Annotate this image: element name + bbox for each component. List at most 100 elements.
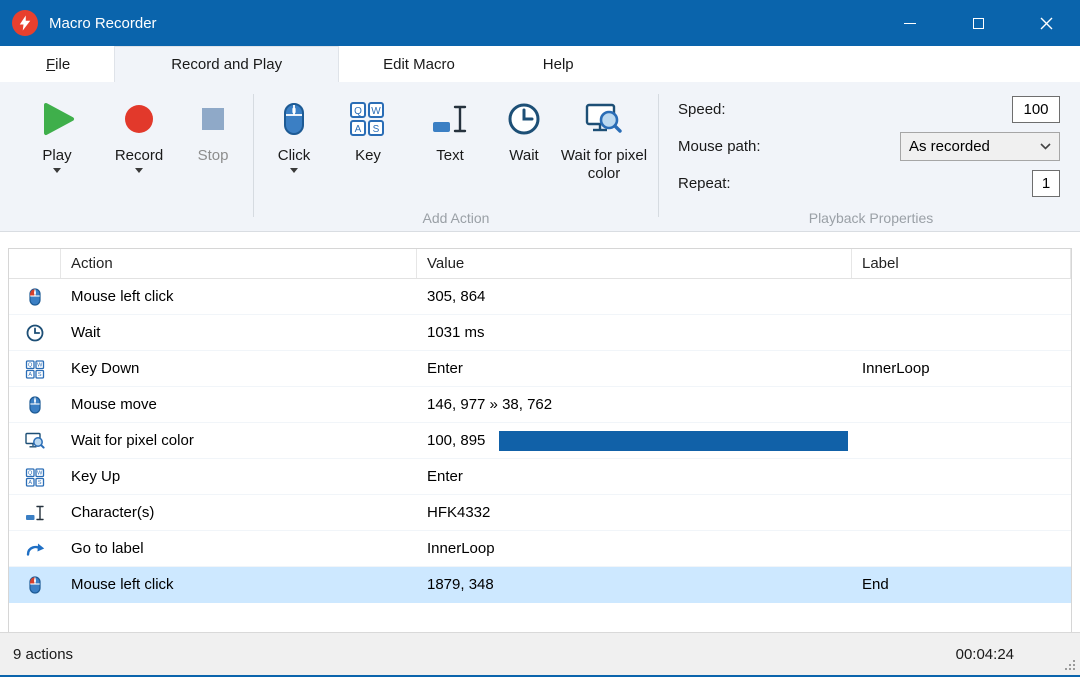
add-action-group: Click QWAS Key — [257, 82, 655, 231]
speed-label: Speed: — [678, 101, 726, 118]
wait-for-pixel-color-button[interactable]: Wait for pixel color — [557, 90, 651, 207]
playback-properties-group: Speed: Mouse path: As recorded Repeat: P… — [662, 82, 1080, 231]
header-label-label: Label — [862, 255, 899, 272]
mouse-path-value: As recorded — [909, 138, 990, 155]
table-body: Mouse left click 305, 864 Wait 1031 ms Q… — [9, 279, 1071, 603]
key-button[interactable]: QWAS Key — [327, 90, 409, 207]
minimize-icon — [904, 23, 916, 24]
tab-file-label: File — [46, 56, 70, 73]
menu-tabs: File Record and Play Edit Macro Help — [0, 46, 1080, 82]
mouse-path-label: Mouse path: — [678, 138, 761, 155]
label-cell: InnerLoop — [862, 360, 930, 377]
actions-count: 9 actions — [13, 646, 73, 663]
action-cell: Key Down — [71, 360, 139, 377]
repeat-input[interactable] — [1032, 170, 1060, 197]
table-row[interactable]: Mouse left click 305, 864 — [9, 279, 1071, 315]
mouse-path-select[interactable]: As recorded — [900, 132, 1060, 161]
action-cell: Wait for pixel color — [71, 432, 194, 449]
chevron-down-icon — [1040, 143, 1051, 150]
record-dropdown-icon[interactable] — [135, 168, 143, 173]
table-row[interactable]: Mouse left click 1879, 348 End — [9, 567, 1071, 603]
app-logo-icon — [12, 10, 38, 36]
mouse-move-icon — [24, 394, 46, 416]
resize-grip[interactable] — [1063, 658, 1077, 672]
header-value[interactable]: Value — [417, 249, 852, 278]
table-row[interactable]: Wait for pixel color 100, 895 — [9, 423, 1071, 459]
header-icon-column[interactable] — [9, 249, 61, 278]
ribbon-separator — [658, 94, 659, 217]
tab-edit-macro-label: Edit Macro — [383, 56, 455, 73]
tab-file[interactable]: File — [2, 46, 114, 82]
table-row[interactable]: QWAS Key Up Enter — [9, 459, 1071, 495]
action-cell: Key Up — [71, 468, 120, 485]
click-label: Click — [278, 147, 311, 165]
table-row[interactable]: QWAS Key Down Enter InnerLoop — [9, 351, 1071, 387]
play-label: Play — [42, 147, 71, 165]
text-input-icon — [430, 94, 470, 144]
play-button[interactable]: Play — [16, 90, 98, 207]
close-button[interactable] — [1012, 0, 1080, 46]
header-label[interactable]: Label — [852, 249, 1071, 278]
label-cell: End — [862, 576, 889, 593]
value-cell: Enter — [427, 360, 463, 377]
playback-properties-caption: Playback Properties — [662, 210, 1080, 226]
svg-text:S: S — [373, 124, 380, 135]
statusbar: 9 actions 00:04:24 — [0, 632, 1080, 675]
titlebar: Macro Recorder — [0, 0, 1080, 46]
value-cell: InnerLoop — [427, 540, 495, 557]
mouse-path-row: Mouse path: As recorded — [678, 131, 1060, 161]
table-row[interactable]: Character(s) HFK4332 — [9, 495, 1071, 531]
macro-recorder-window: Macro Recorder File Record and Play Edit… — [0, 0, 1080, 677]
svg-text:A: A — [28, 480, 32, 486]
click-button[interactable]: Click — [261, 90, 327, 207]
pixel-color-icon — [24, 430, 46, 452]
svg-text:W: W — [37, 362, 43, 368]
ribbon: Play Record Stop — [0, 82, 1080, 232]
pixel-color-monitor-magnifier-icon — [584, 94, 624, 144]
repeat-label: Repeat: — [678, 175, 731, 192]
actions-table: Action Value Label Mouse left click 305,… — [8, 248, 1072, 632]
table-row[interactable]: Mouse move 146, 977 » 38, 762 — [9, 387, 1071, 423]
close-icon — [1040, 17, 1053, 30]
svg-text:Q: Q — [354, 106, 362, 117]
keyboard-icon: QWAS — [24, 358, 46, 380]
value-cell: 1879, 348 — [427, 576, 494, 593]
value-cell: 1031 ms — [427, 324, 485, 341]
text-button[interactable]: Text — [409, 90, 491, 207]
wait-for-pixel-color-label: Wait for pixel color — [557, 147, 651, 183]
wait-label: Wait — [509, 147, 538, 165]
tab-record-and-play[interactable]: Record and Play — [114, 46, 339, 82]
header-value-label: Value — [427, 255, 464, 272]
tab-edit-macro[interactable]: Edit Macro — [339, 46, 499, 82]
header-action-label: Action — [71, 255, 113, 272]
keyboard-keys-icon: QWAS — [348, 94, 388, 144]
record-label: Record — [115, 147, 163, 165]
elapsed-time: 00:04:24 — [956, 646, 1014, 663]
mouse-click-icon — [24, 286, 46, 308]
table-row[interactable]: Wait 1031 ms — [9, 315, 1071, 351]
add-action-group-caption: Add Action — [257, 210, 655, 226]
text-label: Text — [436, 147, 464, 165]
record-button[interactable]: Record — [98, 90, 180, 207]
pixel-color-swatch — [499, 431, 848, 451]
action-cell: Mouse move — [71, 396, 157, 413]
action-cell: Wait — [71, 324, 100, 341]
minimize-button[interactable] — [876, 0, 944, 46]
stop-icon — [193, 94, 233, 144]
table-row[interactable]: Go to label InnerLoop — [9, 531, 1071, 567]
goto-icon — [24, 538, 46, 560]
tab-help[interactable]: Help — [499, 46, 618, 82]
speed-input[interactable] — [1012, 96, 1060, 123]
wait-button[interactable]: Wait — [491, 90, 557, 207]
header-action[interactable]: Action — [61, 249, 417, 278]
play-dropdown-icon[interactable] — [53, 168, 61, 173]
action-cell: Mouse left click — [71, 576, 174, 593]
key-label: Key — [355, 147, 381, 165]
svg-text:Q: Q — [28, 362, 33, 368]
stop-button[interactable]: Stop — [180, 90, 246, 207]
click-dropdown-icon[interactable] — [290, 168, 298, 173]
svg-text:A: A — [355, 124, 362, 135]
svg-text:Q: Q — [28, 470, 33, 476]
maximize-button[interactable] — [944, 0, 1012, 46]
tab-help-label: Help — [543, 56, 574, 73]
